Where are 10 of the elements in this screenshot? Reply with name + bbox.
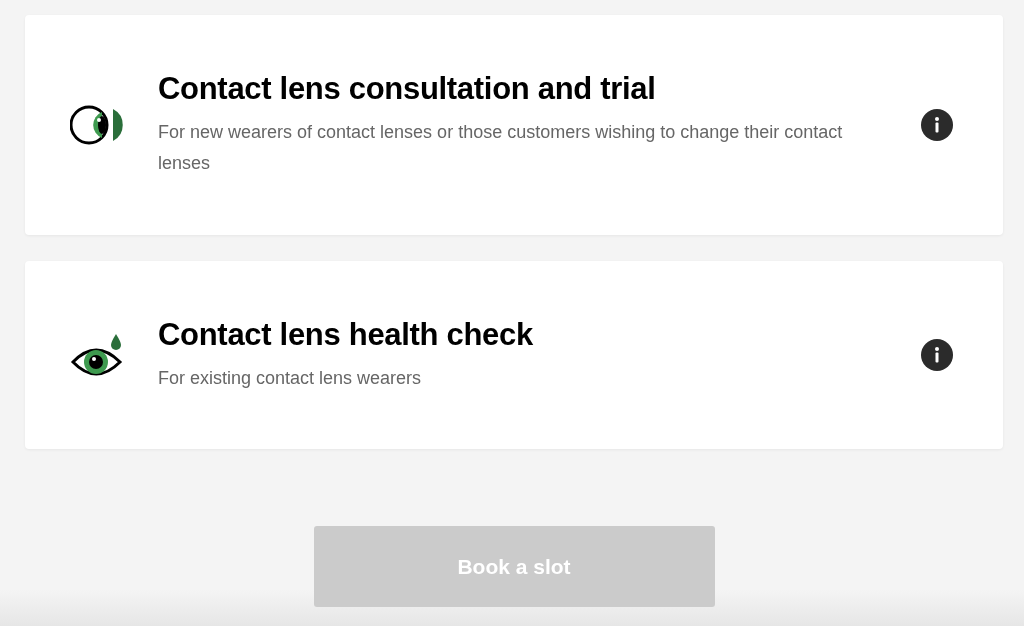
eye-lens-icon <box>70 105 124 145</box>
service-title: Contact lens consultation and trial <box>158 71 657 107</box>
info-icon[interactable] <box>921 109 953 141</box>
service-description: For existing contact lens wearers <box>158 366 423 390</box>
info-icon[interactable] <box>921 339 953 371</box>
service-card[interactable]: Contact lens health check For existing contact lens wearers <box>25 261 1003 449</box>
eye-with-drop-icon <box>70 332 124 378</box>
service-title: Contact lens health check <box>158 316 534 353</box>
service-description: For new wearers of contact lenses or those customers wishing to change their contact lenses <box>158 121 844 175</box>
service-card[interactable]: Contact lens consultation and trial For new wearers of contact lenses or those customers wishing to change their contact lenses <box>25 15 1003 235</box>
